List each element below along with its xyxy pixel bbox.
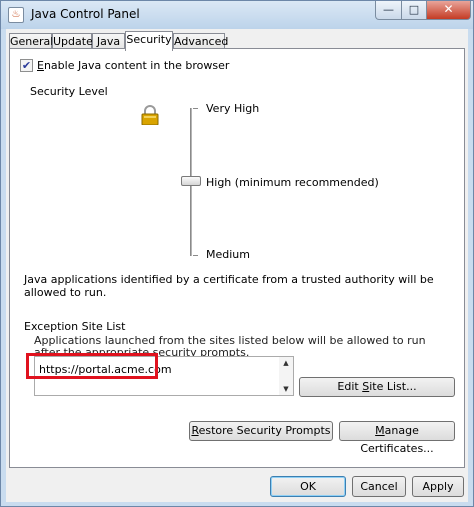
apply-button[interactable]: Apply xyxy=(412,476,464,497)
dialog-client-area: General Update Java Security Advanced ✔ … xyxy=(6,29,468,502)
site-list-scrollbar[interactable]: ▲ ▼ xyxy=(279,357,293,395)
enable-java-label[interactable]: Enable Java content in the browser xyxy=(37,59,229,72)
window-title: Java Control Panel xyxy=(31,7,140,21)
java-control-panel-window: ♨ Java Control Panel — □ ✕ General Updat… xyxy=(0,0,474,507)
maximize-button[interactable]: □ xyxy=(401,1,427,20)
level-very-high: Very High xyxy=(206,102,260,115)
ok-button[interactable]: OK xyxy=(270,476,346,497)
level-high: High (minimum recommended) xyxy=(206,176,379,189)
enable-java-label-rest: nable Java content in the browser xyxy=(43,59,230,72)
scroll-up-icon[interactable]: ▲ xyxy=(279,357,293,369)
title-bar[interactable]: ♨ Java Control Panel — □ ✕ xyxy=(1,1,473,29)
exception-site-list-title: Exception Site List xyxy=(24,320,126,333)
scroll-down-icon[interactable]: ▼ xyxy=(279,383,293,395)
red-highlight-box xyxy=(26,353,158,379)
padlock-icon xyxy=(141,105,159,125)
security-level-slider-thumb[interactable] xyxy=(181,176,201,186)
manage-certificates-label: Manage Certificates... xyxy=(360,424,434,455)
level-medium: Medium xyxy=(206,248,250,261)
tab-security[interactable]: Security xyxy=(125,31,173,51)
slider-tick-medium xyxy=(193,255,198,256)
restore-security-prompts-label: Restore Security Prompts xyxy=(191,424,331,437)
edit-site-list-button[interactable]: Edit Site List... xyxy=(299,377,455,397)
security-level-label: Security Level xyxy=(30,85,108,98)
restore-security-prompts-button[interactable]: Restore Security Prompts xyxy=(189,421,333,441)
enable-java-checkbox[interactable]: ✔ xyxy=(20,59,33,72)
close-button[interactable]: ✕ xyxy=(426,1,471,20)
cancel-button[interactable]: Cancel xyxy=(352,476,406,497)
security-level-description: Java applications identified by a certif… xyxy=(24,273,434,299)
manage-certificates-button[interactable]: Manage Certificates... xyxy=(339,421,455,455)
slider-tick-very-high xyxy=(193,108,198,109)
security-panel: ✔ Enable Java content in the browser Sec… xyxy=(9,48,465,468)
edit-site-list-label: Edit Site List... xyxy=(337,380,417,393)
minimize-button[interactable]: — xyxy=(375,1,402,20)
java-app-icon: ♨ xyxy=(8,7,24,23)
